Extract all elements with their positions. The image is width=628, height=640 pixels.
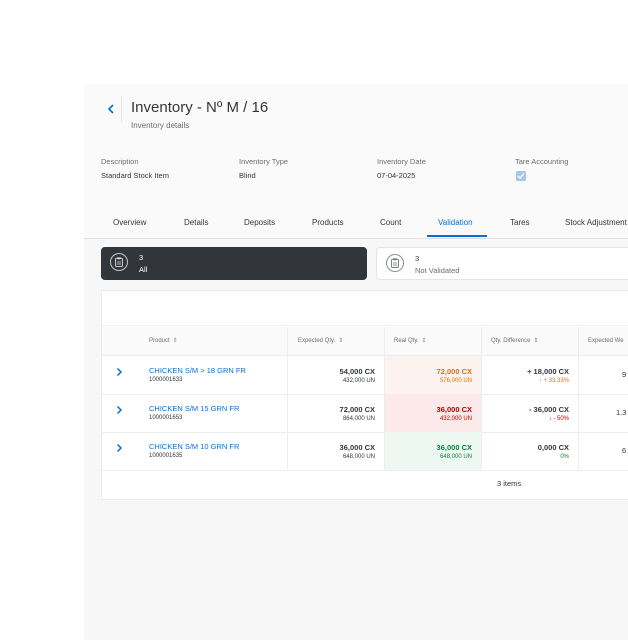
qty-difference-cell: + 18,000 CX ↑ + 33.33% — [482, 356, 578, 394]
filter-all[interactable]: 3 All — [101, 247, 367, 280]
product-name-link[interactable]: CHICKEN S/M > 18 GRN FR — [149, 366, 246, 375]
back-button[interactable] — [104, 100, 118, 118]
qty-difference-value: 0,000 CX — [537, 443, 569, 452]
real-qty-value: 72,000 CX — [436, 367, 472, 376]
real-qty-cell: 72,000 CX 576,000 UN — [385, 356, 481, 394]
tab-details[interactable]: Details — [184, 208, 208, 237]
qty-difference-cell: 0,000 CX 0% — [482, 432, 578, 470]
page-background — [84, 500, 628, 640]
tab-tares[interactable]: Tares — [510, 208, 530, 237]
table-toolbar-divider — [102, 325, 628, 326]
real-qty-value: 36,000 CX — [436, 405, 472, 414]
filter-not-validated[interactable]: 3 Not Validated — [376, 247, 628, 280]
sort-icon: ⇕ — [533, 338, 539, 344]
page-title: Inventory - Nº M / 16 — [131, 99, 269, 116]
expected-qty-units: 648,000 UN — [342, 454, 375, 460]
clipboard-icon — [386, 254, 404, 272]
table-row[interactable]: CHICKEN S/M > 18 GRN FR 1000001633 54,00… — [102, 356, 628, 395]
real-qty-units: 432,000 UN — [439, 416, 472, 422]
expected-qty-units: 864,000 UN — [342, 416, 375, 422]
expand-row-button[interactable] — [116, 443, 128, 457]
tab-stock-adjustment[interactable]: Stock Adjustment — [565, 208, 627, 237]
qty-difference-percent: ↑ + 33.33% — [538, 378, 569, 384]
product-name-link[interactable]: CHICKEN S/M 15 GRN FR — [149, 404, 239, 413]
product-code: 1000001653 — [149, 415, 183, 421]
inventory-date-label: Inventory Date — [377, 157, 426, 166]
tab-products[interactable]: Products — [312, 208, 344, 237]
qty-difference-percent: ↓ - 50% — [548, 416, 569, 422]
expected-weight-value: 6 — [622, 446, 627, 455]
app-container: Inventory - Nº M / 16 Inventory details … — [84, 84, 628, 640]
expected-qty-cell: 72,000 CX 864,000 UN — [288, 394, 384, 432]
description-value: Standard Stock Item — [101, 171, 169, 180]
tab-deposits[interactable]: Deposits — [244, 208, 275, 237]
expand-row-button[interactable] — [116, 405, 128, 419]
tab-count[interactable]: Count — [380, 208, 401, 237]
description-label: Description — [101, 157, 139, 166]
title-divider — [121, 96, 122, 122]
qty-difference-cell: - 36,000 CX ↓ - 50% — [482, 394, 578, 432]
product-code: 1000001635 — [149, 453, 183, 459]
expected-qty-value: 36,000 CX — [339, 443, 375, 452]
validation-table: Product ⇕ Expected Qty. ⇕ Real Qty. ⇕ Qty. … — [101, 290, 628, 500]
qty-difference-value: - 36,000 CX — [528, 405, 569, 414]
page-subtitle: Inventory details — [131, 121, 190, 130]
inventory-date-value: 07-04-2025 — [377, 171, 416, 180]
qty-difference-percent: 0% — [560, 454, 569, 460]
real-qty-units: 576,000 UN — [439, 378, 472, 384]
sort-icon: ⇕ — [338, 338, 344, 344]
expected-weight-value: 1.3 — [616, 408, 627, 417]
real-qty-cell: 36,000 CX 432,000 UN — [385, 394, 481, 432]
table-row[interactable]: CHICKEN S/M 15 GRN FR 1000001653 72,000 … — [102, 394, 628, 433]
items-count: 3 items — [497, 479, 522, 488]
active-tab-indicator — [427, 235, 487, 237]
tare-accounting-label: Tare Accounting — [515, 157, 569, 166]
column-header-real-qty[interactable]: Real Qty. ⇕ — [394, 327, 427, 355]
filter-all-label: All — [139, 265, 148, 274]
expected-qty-value: 54,000 CX — [339, 367, 375, 376]
chevron-right-icon — [116, 405, 123, 415]
real-qty-units: 648,000 UN — [439, 454, 472, 460]
column-header-product[interactable]: Product ⇕ — [149, 327, 178, 355]
tab-overview[interactable]: Overview — [113, 208, 146, 237]
sort-icon: ⇕ — [172, 338, 178, 344]
expected-weight-value: 9 — [622, 370, 627, 379]
inventory-type-value: Blind — [239, 171, 256, 180]
filter-not-validated-count: 3 — [415, 254, 420, 263]
clipboard-icon — [110, 253, 128, 271]
expected-qty-cell: 36,000 CX 648,000 UN — [288, 432, 384, 470]
chevron-right-icon — [116, 367, 123, 377]
column-header-expected-qty[interactable]: Expected Qty. ⇕ — [298, 327, 343, 355]
table-header: Product ⇕ Expected Qty. ⇕ Real Qty. ⇕ Qty. … — [102, 327, 628, 356]
product-name-link[interactable]: CHICKEN S/M 10 GRN FR — [149, 442, 239, 451]
table-row[interactable]: CHICKEN S/M 10 GRN FR 1000001635 36,000 … — [102, 432, 628, 471]
expected-qty-cell: 54,000 CX 432,000 UN — [288, 356, 384, 394]
filter-not-validated-label: Not Validated — [415, 266, 460, 275]
qty-difference-value: + 18,000 CX — [527, 367, 569, 376]
object-header: Inventory - Nº M / 16 Inventory details … — [84, 84, 628, 208]
expected-qty-units: 432,000 UN — [342, 378, 375, 384]
column-header-qty-difference[interactable]: Qty. Difference ⇕ — [491, 327, 539, 355]
product-code: 1000001633 — [149, 377, 183, 383]
chevron-left-icon — [107, 104, 114, 114]
expected-qty-value: 72,000 CX — [339, 405, 375, 414]
real-qty-value: 36,000 CX — [436, 443, 472, 452]
expand-row-button[interactable] — [116, 367, 128, 381]
checkmark-icon — [517, 173, 525, 179]
tare-accounting-checkbox[interactable] — [516, 171, 526, 181]
real-qty-cell: 36,000 CX 648,000 UN — [385, 432, 481, 470]
inventory-type-label: Inventory Type — [239, 157, 289, 166]
sort-icon: ⇕ — [421, 338, 427, 344]
tab-bar: Overview Details Deposits Products Count… — [84, 208, 628, 239]
chevron-right-icon — [116, 443, 123, 453]
filter-all-count: 3 — [139, 253, 144, 262]
tab-validation[interactable]: Validation — [438, 208, 473, 237]
column-header-expected-weight[interactable]: Expected We — [588, 327, 624, 355]
